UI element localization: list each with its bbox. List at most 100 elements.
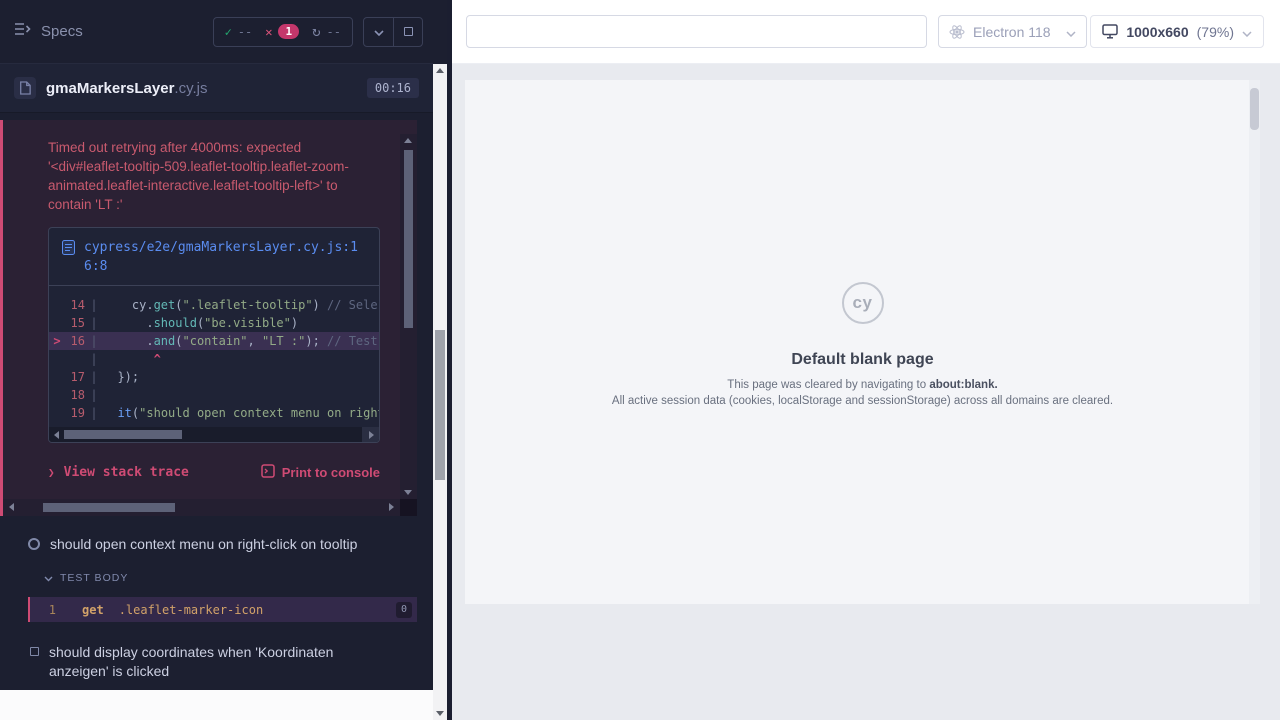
scroll-down-arrow-icon — [404, 490, 412, 495]
browser-select[interactable]: Electron 118 — [938, 15, 1087, 48]
passed-count: -- — [238, 25, 252, 39]
spec-name: gmaMarkersLayer.cy.js — [46, 80, 207, 97]
chevron-right-icon: ❯ — [48, 466, 55, 479]
aut-iframe: cy Default blank page This page was clea… — [465, 80, 1260, 604]
command-number: 1 — [30, 603, 56, 617]
pending-count: -- — [327, 25, 341, 39]
error-message: Timed out retrying after 4000ms: expecte… — [48, 138, 380, 214]
file-icon — [62, 240, 75, 260]
code-line: 19| it("should open context menu on righ… — [49, 404, 379, 422]
reporter: Specs ✓ -- ✕ 1 ↻ -- — [0, 0, 433, 690]
collapse-all-button[interactable] — [364, 18, 393, 46]
code-frame-horizontal-scrollbar[interactable] — [49, 427, 379, 442]
scrollbar-thumb[interactable] — [435, 330, 445, 480]
spec-header[interactable]: gmaMarkersLayer.cy.js 00:16 — [0, 64, 433, 113]
test-running-icon — [28, 538, 40, 550]
spec-extension: .cy.js — [174, 80, 207, 97]
code-line: 14| cy.get(".leaflet-tooltip") // Sele — [49, 296, 379, 314]
failed-count-badge: 1 — [278, 24, 299, 39]
specs-toggle-button[interactable]: Specs — [14, 22, 83, 41]
chevron-down-icon — [44, 569, 53, 587]
reporter-header: Specs ✓ -- ✕ 1 ↻ -- — [0, 0, 433, 64]
blank-page-note: All active session data (cookies, localS… — [465, 395, 1260, 407]
run-controls — [363, 17, 423, 47]
error-panel: Timed out retrying after 4000ms: expecte… — [0, 120, 417, 516]
cypress-logo: cy — [842, 282, 884, 324]
specs-list-icon — [14, 22, 32, 41]
chevron-down-icon — [1066, 24, 1076, 40]
code-line: >16| .and("contain", "LT :"); // Test — [49, 332, 379, 350]
console-icon — [261, 464, 275, 481]
command-message: .leaflet-marker-icon — [119, 603, 264, 617]
scroll-up-arrow-icon — [436, 68, 444, 73]
reporter-pane: Specs ✓ -- ✕ 1 ↻ -- — [0, 0, 433, 720]
scroll-right-arrow-icon — [389, 503, 394, 511]
test-row-active[interactable]: should open context menu on right-click … — [0, 530, 433, 559]
url-input[interactable] — [466, 15, 927, 48]
reporter-scrollbar-column — [433, 0, 447, 720]
scroll-down-arrow-icon — [436, 711, 444, 716]
about-blank-text: about:blank. — [929, 379, 997, 391]
chevron-down-icon — [374, 23, 384, 41]
check-icon: ✓ — [225, 25, 232, 39]
test-body-label: TEST BODY — [60, 572, 128, 584]
code-frame-file-link[interactable]: cypress/e2e/gmaMarkersLayer.cy.js:16:8 — [84, 238, 366, 276]
stats-box: ✓ -- ✕ 1 ↻ -- — [213, 17, 353, 47]
command-log-row[interactable]: 1 get .leaflet-marker-icon 0 — [28, 597, 417, 622]
blank-page-subtitle: This page was cleared by navigating to a… — [465, 379, 1260, 391]
viewport-scale: (79%) — [1197, 24, 1234, 40]
scrollbar-thumb[interactable] — [64, 430, 182, 439]
aut-header: Electron 118 1000x660 (79%) — [452, 0, 1280, 64]
error-vertical-scrollbar[interactable] — [400, 134, 417, 499]
code-line: 17| }); — [49, 368, 379, 386]
code-line: 18| — [49, 386, 379, 404]
app-root: Specs ✓ -- ✕ 1 ↻ -- — [0, 0, 1280, 720]
scrollbar-cap — [362, 427, 379, 442]
specs-label: Specs — [41, 23, 83, 40]
stat-pending: ↻ -- — [312, 24, 341, 40]
spec-file-icon — [14, 77, 36, 99]
aut-vertical-scrollbar[interactable] — [1249, 80, 1260, 604]
stop-icon — [404, 27, 413, 36]
scroll-right-arrow-icon — [369, 431, 374, 439]
blank-page-content: cy Default blank page This page was clea… — [465, 80, 1260, 407]
stop-run-button[interactable] — [393, 18, 422, 46]
code-line: | ^ — [49, 350, 379, 368]
scrollbar-thumb[interactable] — [404, 150, 413, 328]
stat-passed: ✓ -- — [225, 25, 253, 39]
chevron-down-icon — [1242, 24, 1252, 40]
scrollbar-thumb[interactable] — [43, 503, 175, 512]
viewport-select[interactable]: 1000x660 (79%) — [1090, 15, 1264, 48]
view-stack-trace-button[interactable]: ❯ View stack trace — [48, 465, 189, 480]
test-title: should display coordinates when 'Koordin… — [49, 643, 389, 681]
blank-page-title: Default blank page — [465, 351, 1260, 369]
reporter-bottom-gap — [0, 690, 433, 720]
scroll-up-arrow-icon — [404, 138, 412, 143]
test-body-section-header[interactable]: TEST BODY — [0, 559, 433, 594]
refresh-icon: ↻ — [312, 24, 320, 40]
scrollbar-thumb[interactable] — [1250, 88, 1259, 130]
code-line: 15| .should("be.visible") — [49, 314, 379, 332]
error-horizontal-scrollbar[interactable] — [3, 499, 400, 516]
test-list: should open context menu on right-click … — [0, 516, 433, 686]
test-pending-icon — [30, 647, 39, 656]
code-lines: 14| cy.get(".leaflet-tooltip") // Sele 1… — [49, 286, 379, 424]
viewport-size: 1000x660 — [1126, 24, 1188, 40]
spec-duration-badge: 00:16 — [367, 78, 419, 98]
scrollbar-corner — [400, 499, 417, 516]
browser-label: Electron 118 — [973, 24, 1051, 40]
print-to-console-button[interactable]: Print to console — [261, 464, 380, 481]
scroll-left-arrow-icon — [9, 503, 14, 511]
aut-pane: Electron 118 1000x660 (79%) cy — [452, 0, 1280, 720]
code-frame: cypress/e2e/gmaMarkersLayer.cy.js:16:8 1… — [48, 227, 380, 443]
test-row-pending[interactable]: should display coordinates when 'Koordin… — [0, 638, 433, 686]
command-element-count-badge: 0 — [396, 602, 412, 618]
command-method: get — [82, 603, 104, 617]
x-icon: ✕ — [265, 25, 272, 39]
reporter-vertical-scrollbar[interactable] — [433, 64, 447, 720]
electron-icon — [949, 24, 965, 40]
aut-body: cy Default blank page This page was clea… — [452, 64, 1280, 720]
stat-failed: ✕ 1 — [265, 24, 299, 39]
monitor-icon — [1102, 24, 1118, 39]
test-title: should open context menu on right-click … — [50, 535, 357, 554]
